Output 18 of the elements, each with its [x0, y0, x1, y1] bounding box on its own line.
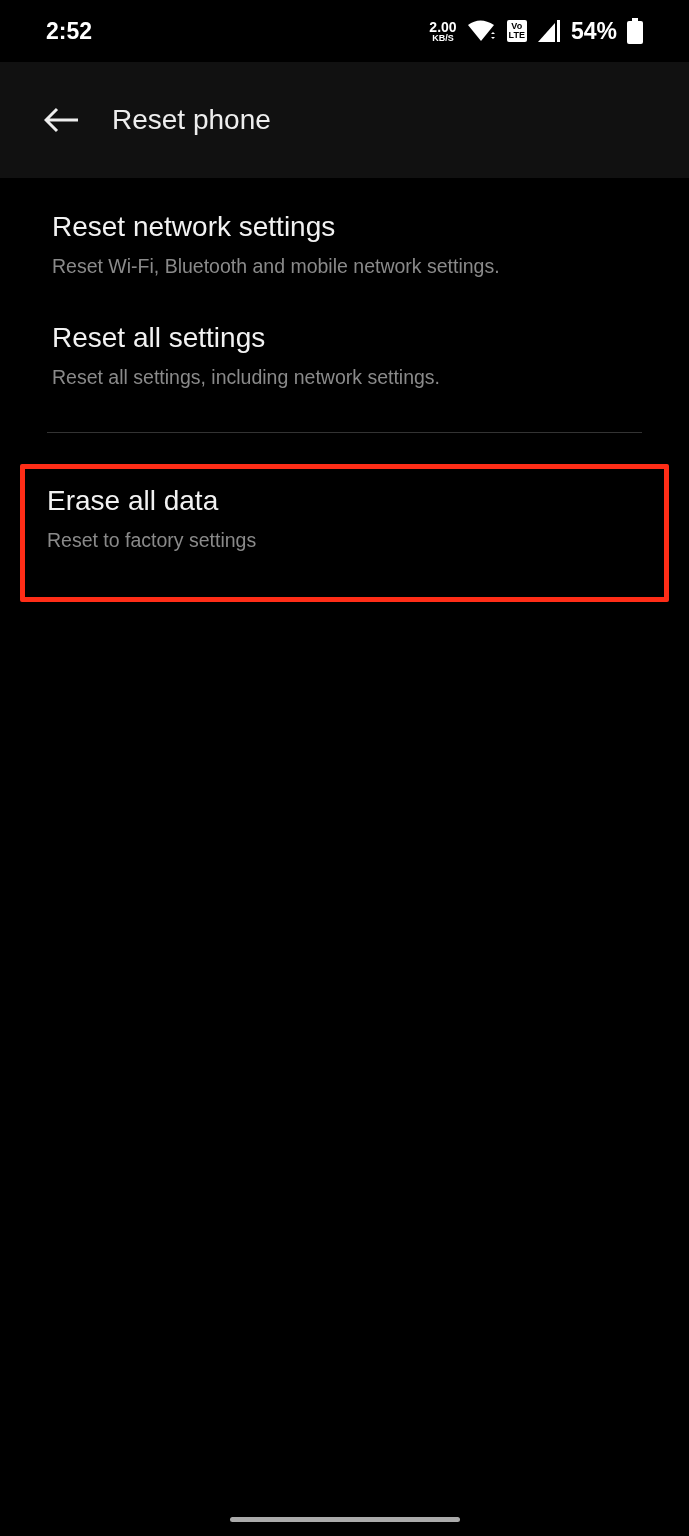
volte-icon: Vo LTE [506, 20, 527, 42]
signal-icon [536, 19, 561, 43]
battery-icon [627, 18, 643, 44]
setting-description: Reset all settings, including network settings. [52, 366, 442, 389]
setting-item[interactable]: Reset all settings Reset all settings, including network settings. [0, 307, 689, 418]
setting-description: Reset Wi-Fi, Bluetooth and mobile network settings. [52, 255, 501, 278]
wifi-icon [466, 19, 497, 43]
setting-description: Reset to factory settings [47, 529, 258, 552]
setting-item[interactable]: Reset network settings Reset Wi-Fi, Bluetooth and mobile network settings. [0, 196, 689, 307]
status-time: 2:52 [46, 17, 93, 45]
back-arrow-icon[interactable] [44, 107, 80, 133]
screen-title: Reset phone [112, 104, 271, 136]
setting-title: Reset all settings [52, 322, 267, 354]
setting-title: Erase all data [47, 485, 220, 517]
battery-percent: 54% [570, 17, 617, 45]
setting-title: Reset network settings [52, 211, 337, 243]
highlighted-setting-item[interactable]: Erase all data Reset to factory settings [20, 464, 669, 602]
network-speed: 2.00 KB/S [429, 19, 457, 43]
